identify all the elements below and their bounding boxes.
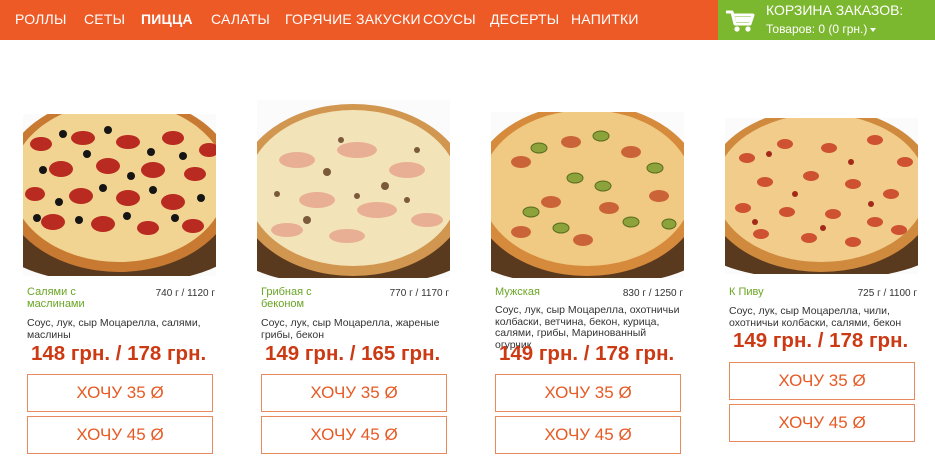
product-description: Соус, лук, сыр Моцарелла, чили, охотничь… [729,305,902,329]
pizza-salami-olives-illustration [23,114,216,276]
product-card: Грибная с беконом 770 г / 1170 г Соус, л… [257,0,453,476]
product-card: Мужская 830 г / 1250 г Соус, лук, сыр Мо… [491,0,687,476]
product-description: Соус, лук, сыр Моцарелла, жареные грибы,… [261,317,440,341]
product-card: К Пиву 725 г / 1100 г Соус, лук, сыр Моц… [725,0,921,476]
product-weight: 830 г / 1250 г [622,288,683,299]
order-45cm-button[interactable]: ХОЧУ 45 Ø [729,404,915,442]
pizza-beer-illustration [725,118,918,274]
pizza-salami-olives-image [23,114,216,276]
pizza-mushroom-bacon-illustration [257,100,450,278]
order-45cm-button[interactable]: ХОЧУ 45 Ø [495,416,681,454]
product-price: 149 грн. / 178 грн. [733,329,909,352]
product-weight: 770 г / 1170 г [389,288,449,299]
pizza-mushroom-bacon-image [257,100,450,278]
product-card: Салями с маслинами 740 г / 1120 г Соус, … [23,0,219,476]
order-35cm-button[interactable]: ХОЧУ 35 Ø [261,374,447,412]
order-35cm-button[interactable]: ХОЧУ 35 Ø [27,374,213,412]
order-45cm-button[interactable]: ХОЧУ 45 Ø [261,416,447,454]
pizza-mens-illustration [491,112,684,278]
product-price: 149 грн. / 178 грн. [499,342,675,365]
pizza-mens-image [491,112,684,278]
order-35cm-button[interactable]: ХОЧУ 35 Ø [729,362,915,400]
product-weight: 725 г / 1100 г [857,288,917,299]
product-price: 148 грн. / 178 грн. [31,342,207,365]
product-name[interactable]: Мужская [495,286,590,298]
pizza-beer-image [725,118,918,274]
product-name[interactable]: Салями с маслинами [27,286,122,310]
order-45cm-button[interactable]: ХОЧУ 45 Ø [27,416,213,454]
product-name[interactable]: Грибная с беконом [261,286,356,310]
product-description: Соус, лук, сыр Моцарелла, салями, маслин… [27,317,201,341]
product-name[interactable]: К Пиву [729,286,824,298]
product-weight: 740 г / 1120 г [155,288,215,299]
order-35cm-button[interactable]: ХОЧУ 35 Ø [495,374,681,412]
product-price: 149 грн. / 165 грн. [265,342,441,365]
